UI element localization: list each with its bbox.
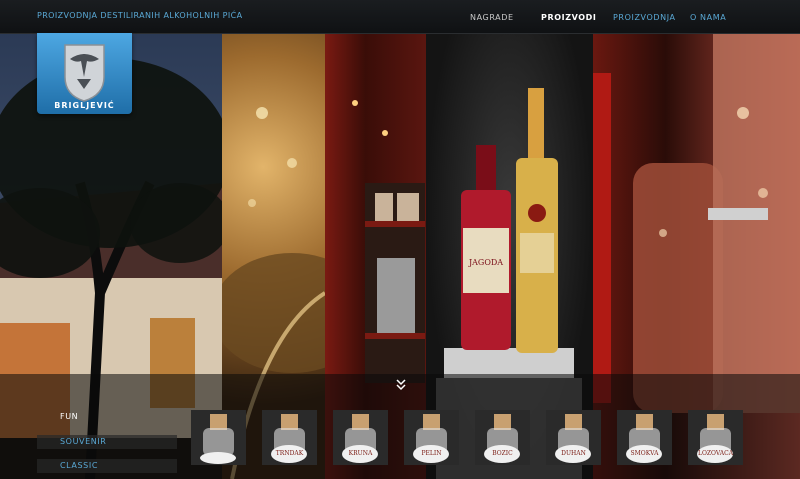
brand-logo[interactable]: BRIGLJEVIĆ <box>37 33 132 114</box>
nav-proizvodnja[interactable]: PROIZVODNJA <box>613 13 676 22</box>
product-thumb[interactable]: KRUNA <box>333 410 388 465</box>
top-bar: PROIZVODNJA DESTILIRANIH ALKOHOLNIH PIćA… <box>0 0 800 34</box>
category-fun[interactable]: FUN <box>37 410 177 424</box>
eagle-crest-icon <box>64 44 105 102</box>
product-thumb[interactable] <box>191 410 246 465</box>
product-thumb[interactable]: DUHAN <box>546 410 601 465</box>
bottle-label-jagoda: JAGODA <box>468 258 504 267</box>
product-label: DUHAN <box>561 450 586 457</box>
double-chevron-down-icon[interactable] <box>394 378 408 392</box>
product-thumb[interactable]: TRNDAK <box>262 410 317 465</box>
category-classic[interactable]: CLASSIC <box>37 459 177 473</box>
product-thumb[interactable]: BOZIC <box>475 410 530 465</box>
product-thumb[interactable]: PELIN <box>404 410 459 465</box>
product-thumb[interactable]: LOZOVACA <box>688 410 743 465</box>
nav-nagrade[interactable]: NAGRADE <box>470 13 514 22</box>
site-tagline: PROIZVODNJA DESTILIRANIH ALKOHOLNIH PIćA <box>37 11 243 20</box>
product-label: PELIN <box>421 450 442 457</box>
product-label: KRUNA <box>348 450 373 457</box>
bottle-thumb-illustration <box>200 414 236 464</box>
product-label: LOZOVACA <box>697 450 734 457</box>
product-label: SMOKVA <box>630 450 659 457</box>
product-label: BOZIC <box>492 450 513 457</box>
product-thumb[interactable]: SMOKVA <box>617 410 672 465</box>
category-souvenir[interactable]: SOUVENIR <box>37 435 177 449</box>
brand-name: BRIGLJEVIĆ <box>54 101 115 110</box>
nav-proizvodi[interactable]: PROIZVODI <box>541 13 596 22</box>
nav-o-nama[interactable]: O NAMA <box>690 13 726 22</box>
product-label: TRNDAK <box>275 450 304 457</box>
